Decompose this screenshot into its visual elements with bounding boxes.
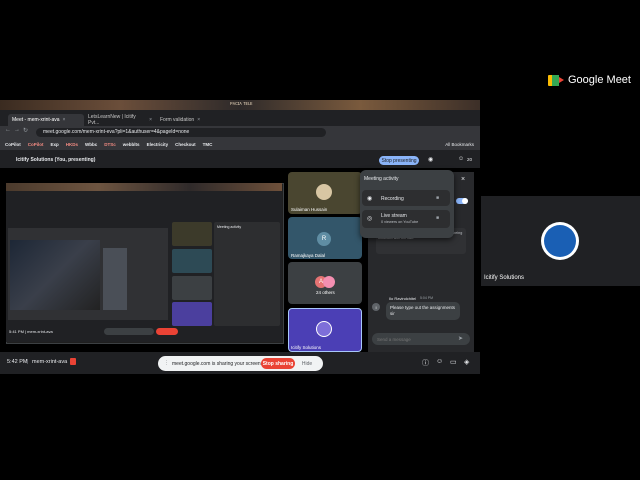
tab-form-validation[interactable]: Form validation × xyxy=(156,114,220,126)
bookmarks-bar: CoPilot CoPilot Exp HKDs Wbbc DTSc webbl… xyxy=(0,139,480,150)
meeting-clock: 5:42 PM xyxy=(7,359,28,365)
bookmark-item[interactable]: DTSc xyxy=(104,142,116,147)
people-icon[interactable]: ☺ xyxy=(436,358,443,365)
tab-letslearn[interactable]: LetsLearnNew | Icitify Pvt... × xyxy=(84,114,156,126)
people-count: 20 xyxy=(467,157,473,162)
mirrored-tile xyxy=(172,222,212,246)
people-icon[interactable]: ☺ xyxy=(458,156,464,162)
stop-square-icon[interactable]: ■ xyxy=(436,215,439,221)
chat-icon[interactable]: ▭ xyxy=(450,358,457,366)
activity-title: Meeting activity xyxy=(364,176,399,182)
brand-name: Google Meet xyxy=(568,74,631,86)
company-logo-avatar xyxy=(316,321,332,337)
record-icon: ◉ xyxy=(367,196,373,202)
stop-sharing-button[interactable]: Stop sharing xyxy=(261,358,295,369)
meet-camera-icon xyxy=(548,74,564,86)
send-icon[interactable]: ➤ xyxy=(458,335,463,342)
presenting-title: Icitify Solutions (You, presenting) xyxy=(16,157,96,163)
mirrored-tile xyxy=(172,276,212,300)
bookmark-item[interactable]: CoPilot xyxy=(28,142,44,147)
close-icon[interactable]: × xyxy=(197,117,200,123)
chat-sender: Ilo Ravindchitel xyxy=(389,296,417,301)
nested-screen-content xyxy=(10,240,100,310)
mirrored-share-banner xyxy=(104,328,154,335)
meeting-activity-icon[interactable]: ◉ xyxy=(428,156,433,163)
livestream-icon: ◎ xyxy=(367,216,373,222)
others-count: 24 others xyxy=(316,290,335,295)
stop-presenting-button[interactable]: Stop presenting xyxy=(379,156,419,165)
close-icon[interactable]: × xyxy=(461,176,465,183)
mirrored-stop-button xyxy=(156,328,178,335)
participant-avatar: R xyxy=(317,232,331,246)
bookmark-item[interactable]: TMC xyxy=(203,142,213,147)
activities-icon[interactable]: ◈ xyxy=(464,358,469,366)
mirrored-tile xyxy=(172,249,212,273)
participant-avatar xyxy=(323,276,335,288)
bookmark-item[interactable]: Electricity xyxy=(147,142,169,147)
company-logo-avatar xyxy=(541,222,579,260)
tab-meet[interactable]: Meet - mem-xrint-ava × xyxy=(8,114,84,126)
tab-label: LetsLearnNew | Icitify Pvt... xyxy=(88,114,136,126)
chat-message: Please type out the assignments sir xyxy=(390,305,456,316)
mirrored-activity-panel xyxy=(214,222,280,326)
participant-avatar xyxy=(316,184,332,200)
address-bar[interactable]: meet.google.com/mem-xrint-eva?pli=1&auth… xyxy=(36,128,326,137)
participant-name: Ramajkaya Dalal xyxy=(291,253,326,258)
recording-label: Recording xyxy=(381,196,404,202)
self-view-name: Icitify Solutions xyxy=(484,275,525,281)
forward-icon[interactable]: → xyxy=(14,127,20,133)
livestream-label: Live stream xyxy=(381,213,407,219)
nested-screen-tiles xyxy=(103,248,127,310)
participant-name: Sulaiman Hussain xyxy=(291,207,328,212)
meeting-code: mem-xrint-ava xyxy=(32,359,68,365)
bookmark-item[interactable]: webblts xyxy=(123,142,140,147)
all-bookmarks[interactable]: All Bookmarks xyxy=(445,142,474,147)
separator: | xyxy=(27,359,29,365)
sender-avatar-icon: I xyxy=(372,303,380,311)
reload-icon[interactable]: ↻ xyxy=(23,127,28,134)
tab-label: Form validation xyxy=(160,117,195,123)
share-message: meet.google.com is sharing your screen. xyxy=(172,361,263,367)
drag-handle-icon[interactable]: ⋮ xyxy=(164,360,169,366)
stop-square-icon[interactable]: ■ xyxy=(436,195,439,201)
tab-label: Meet - mem-xrint-ava xyxy=(12,117,60,123)
presenting-icon xyxy=(70,358,76,365)
livestream-viewers: 0 viewers on YouTube xyxy=(381,220,419,224)
chat-time: 5:04 PM xyxy=(420,296,434,300)
bookmark-item[interactable]: Checkout xyxy=(175,142,196,147)
info-icon[interactable]: ⓘ xyxy=(422,358,429,368)
bookmark-item[interactable]: CoPilot xyxy=(5,142,21,147)
chat-input[interactable] xyxy=(372,333,470,345)
self-name: Icitify Solutions xyxy=(291,345,322,350)
close-icon[interactable]: × xyxy=(149,117,152,123)
wallpaper-title: ᴘᴀᴄɪᴀ ᴛᴇʟᴇ xyxy=(230,101,253,107)
mirrored-clock: 5:41 PM | mem-xrint-ava xyxy=(9,329,53,334)
mirrored-wallpaper xyxy=(6,183,282,191)
close-icon[interactable]: × xyxy=(63,117,66,123)
mirrored-activity-title: Meeting activity xyxy=(217,225,242,229)
bookmark-item[interactable]: Wbbc xyxy=(85,142,97,147)
bookmark-item[interactable]: Exp xyxy=(51,142,59,147)
google-meet-logo: Google Meet xyxy=(548,74,631,86)
hide-button[interactable]: Hide xyxy=(298,358,316,369)
mirrored-tile xyxy=(172,302,212,326)
back-icon[interactable]: ← xyxy=(5,127,11,133)
toggle-knob xyxy=(462,198,468,204)
bookmark-item[interactable]: HKDs xyxy=(66,142,78,147)
